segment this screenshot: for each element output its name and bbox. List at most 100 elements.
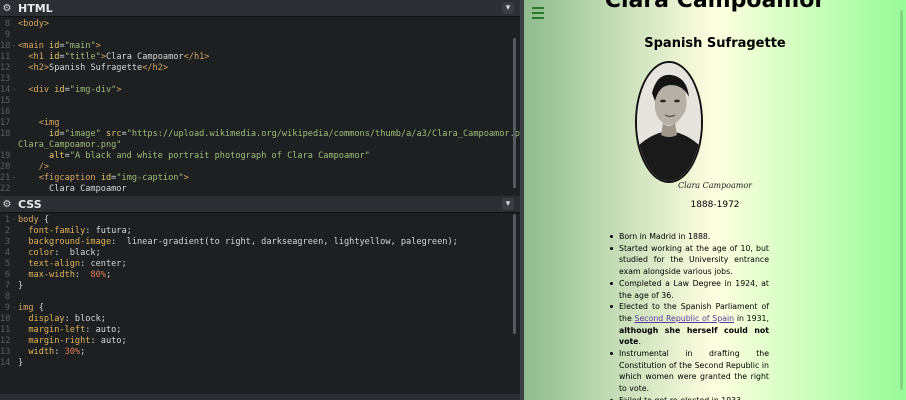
code-token: "title" — [64, 52, 101, 62]
code-line[interactable]: 16 — [0, 107, 520, 118]
code-token: : black; — [54, 248, 101, 258]
line-number: 14 — [0, 85, 11, 95]
portrait-photo — [637, 63, 701, 181]
code-token: } — [18, 281, 24, 291]
code-line[interactable]: 14- <div id="img-div"> — [0, 85, 520, 96]
code-token: <div — [18, 85, 55, 95]
code-line[interactable]: 14} — [0, 358, 520, 369]
code-token: "main" — [64, 41, 96, 51]
html-code-editor[interactable]: 8 <body> 9 10- <main id="main"> 11 <h1 id="ti… — [0, 17, 520, 194]
second-republic-link[interactable]: Second Republic of Spain — [635, 314, 735, 323]
line-number: 20 — [0, 162, 11, 172]
line-number: 16 — [0, 107, 11, 117]
code-token: /> — [18, 162, 50, 172]
code-token: 30% — [64, 347, 81, 357]
code-token: > — [95, 41, 101, 51]
css-pane-title: CSS — [18, 197, 42, 211]
code-line[interactable]: 18 id="image" src="https://upload.wikime… — [0, 129, 520, 140]
code-token: id — [100, 173, 112, 183]
code-token: "image" — [64, 129, 101, 139]
code-token: : auto; — [85, 325, 122, 335]
code-line[interactable]: 12 margin-right: auto; — [0, 336, 520, 347]
code-line[interactable]: 21- <figcaption id="img-caption"> — [0, 173, 520, 184]
js-pane-header[interactable] — [0, 394, 520, 400]
code-token: id — [18, 129, 60, 139]
code-line[interactable]: 15 — [0, 96, 520, 107]
line-number: 4 — [4, 248, 10, 258]
code-token: margin-left — [18, 325, 86, 335]
line-number: 6 — [4, 270, 10, 280]
page-subtitle: Spanish Sufragette — [644, 36, 786, 51]
css-scrollbar[interactable] — [513, 214, 516, 334]
css-code-editor[interactable]: 1- body {2 font-family: futura; 3 backgrou… — [0, 213, 520, 369]
code-line[interactable]: 3 background-image: linear-gradient(to r… — [0, 237, 520, 248]
line-number: 9 — [4, 303, 10, 313]
gear-icon[interactable]: ⚙ — [2, 199, 12, 210]
code-line[interactable]: 20 /> — [0, 162, 520, 173]
code-token: > — [183, 173, 189, 183]
line-number: 14 — [0, 358, 11, 368]
code-line[interactable]: 17 <img — [0, 118, 520, 129]
image-caption: Clara Campoamor — [678, 181, 752, 190]
code-token: <body> — [18, 19, 50, 29]
code-line[interactable]: 2 font-family: futura; — [0, 226, 520, 237]
code-token: </h1> — [183, 52, 210, 62]
code-token: Clara Campoamor — [18, 184, 127, 194]
list-item: Elected to the Spanish Parliament of the… — [610, 302, 770, 347]
code-line[interactable]: 10 display: block; — [0, 314, 520, 325]
code-line[interactable]: 4 color: black; — [0, 248, 520, 259]
code-token: <h2> — [18, 63, 50, 73]
line-number: 8 — [4, 19, 10, 29]
code-line[interactable]: 8 — [0, 292, 520, 303]
line-number: 5 — [4, 259, 10, 269]
code-line[interactable]: 9- img { — [0, 303, 520, 314]
line-number: 10 — [0, 41, 11, 51]
code-line[interactable]: 11 <h1 id="title">Clara Campoamor</h1> — [0, 52, 520, 63]
code-token: Clara Campoamor — [106, 52, 184, 62]
code-token: src — [100, 129, 122, 139]
html-scrollbar[interactable] — [513, 38, 516, 188]
code-token: color — [18, 248, 55, 258]
code-token: </h2> — [142, 63, 169, 73]
code-token: text-align — [18, 259, 81, 269]
list-item: Instrumental in drafting the Constitutio… — [610, 349, 769, 394]
code-line[interactable]: 13 width: 30%; — [0, 347, 520, 358]
code-line[interactable]: 19 alt="A black and white portrait photo… — [0, 151, 520, 162]
code-line[interactable]: 6 max-width: 80%; — [0, 270, 520, 281]
line-number: 13 — [0, 347, 11, 357]
code-token: } — [18, 358, 24, 368]
gear-icon[interactable]: ⚙ — [2, 3, 12, 14]
code-token: max-width — [18, 270, 75, 280]
line-number: 19 — [0, 151, 11, 161]
code-token: <main — [18, 41, 50, 51]
code-line[interactable]: 11 margin-left: auto; — [0, 325, 520, 336]
code-line[interactable]: 7} — [0, 281, 520, 292]
code-token: font-family — [18, 226, 86, 236]
code-token: img — [18, 303, 39, 313]
code-line[interactable]: 13 — [0, 74, 520, 85]
code-token: ; — [80, 347, 86, 357]
code-line[interactable]: 5 text-align: center; — [0, 259, 520, 270]
code-line[interactable]: 22 Clara Campoamor — [0, 184, 520, 194]
code-line[interactable]: Clara_Campoamor.png" — [0, 140, 520, 151]
line-number: 17 — [0, 118, 11, 128]
code-line[interactable]: 1- body { — [0, 215, 520, 226]
code-token: alt — [18, 151, 65, 161]
list-item: Born in Madrid in 1888. — [610, 231, 769, 243]
code-token: ; — [105, 270, 112, 280]
line-number: 21 — [0, 173, 11, 183]
code-line[interactable]: 9 — [0, 30, 520, 41]
code-token: body — [18, 215, 44, 225]
editor-panel: ⚙ HTML ▾ 8 <body> 9 10- <main id="main"> 11 <… — [0, 0, 520, 400]
chevron-down-icon[interactable]: ▾ — [502, 2, 514, 14]
preview-scrollbar[interactable] — [900, 10, 903, 390]
html-pane: ⚙ HTML ▾ 8 <body> 9 10- <main id="main"> 11 <… — [0, 0, 520, 194]
chevron-down-icon[interactable]: ▾ — [502, 198, 514, 210]
code-line[interactable]: 8 <body> — [0, 19, 520, 30]
code-token: display — [18, 314, 65, 324]
code-line[interactable]: 10- <main id="main"> — [0, 41, 520, 52]
line-number: 2 — [4, 226, 10, 236]
code-line[interactable]: 12 <h2>Spanish Sufragette</h2> — [0, 63, 520, 74]
bold-text: although she herself could not vote — [619, 325, 769, 347]
code-token: : center; — [80, 259, 127, 269]
